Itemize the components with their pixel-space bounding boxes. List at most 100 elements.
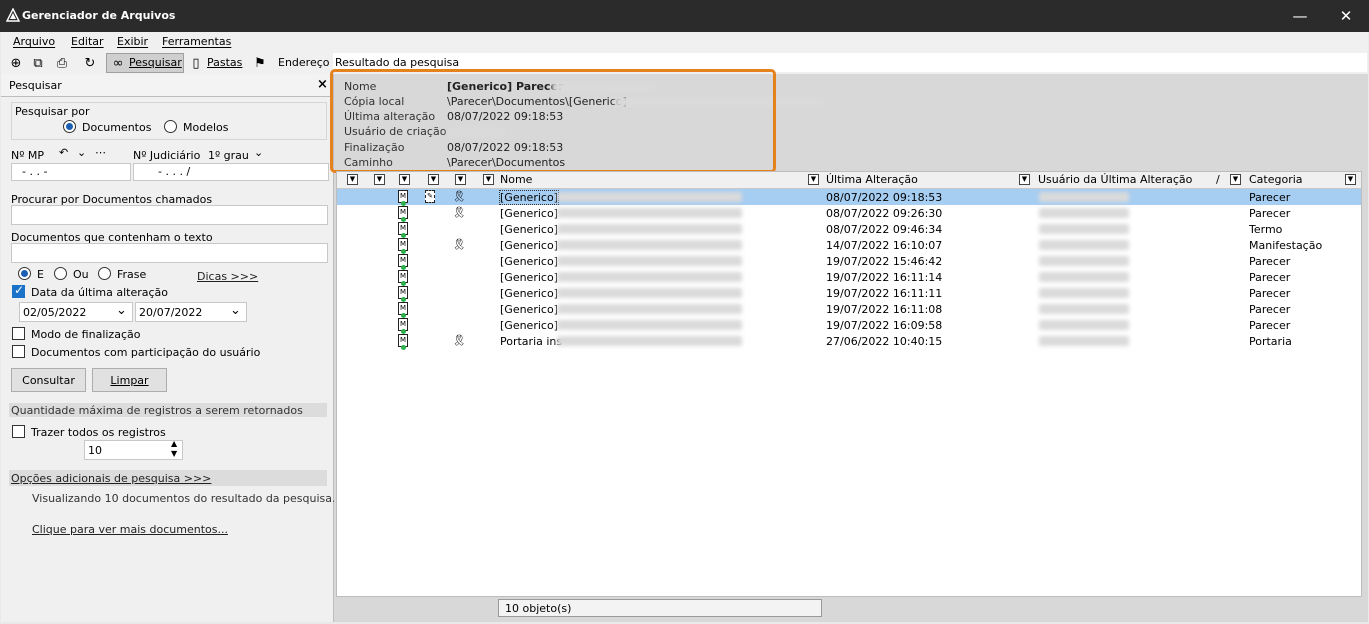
refresh-icon[interactable]: ↻ [81, 54, 99, 72]
header-nome[interactable]: Nome [500, 173, 532, 186]
menu-arquivo[interactable]: Arquivo [13, 35, 55, 48]
date-from-dropdown-icon[interactable]: ⌄ [116, 303, 127, 318]
radio-frase[interactable] [98, 267, 111, 280]
column-filter-icon[interactable]: ▼ [428, 174, 439, 185]
new-document-icon[interactable]: ⊕ [7, 54, 25, 72]
max-records-spinner[interactable]: 10 ▲ ▼ [84, 439, 183, 460]
finalization-checkbox[interactable] [12, 327, 25, 340]
additional-options-link[interactable]: Opções adicionais de pesquisa >>> [11, 472, 211, 485]
search-panel-header: Pesquisar × [1, 74, 333, 97]
grau-chevron-icon[interactable]: ⌄ [254, 146, 263, 159]
column-filter-icon[interactable]: ▼ [483, 174, 494, 185]
close-panel-icon[interactable]: × [317, 77, 328, 92]
cell-data: 08/07/2022 09:26:30 [826, 207, 943, 220]
cell-nome: Portaria ins [500, 335, 563, 348]
redacted-text [557, 272, 742, 282]
redacted-text [1039, 288, 1129, 298]
table-row[interactable]: M 🎗 [Generico] 14/07/2022 16:10:07 Manifesta… [337, 237, 1361, 254]
participation-label: Documentos com participação do usuário [31, 346, 261, 359]
cell-categoria: Parecer [1249, 207, 1291, 220]
cell-nome: [Generico] [500, 239, 558, 252]
mp-field[interactable]: - . . - [11, 163, 131, 181]
column-filter-icon[interactable]: ▼ [808, 174, 819, 185]
copy-document-icon[interactable]: ⧉ [29, 54, 47, 72]
column-filter-icon[interactable]: ▼ [1345, 174, 1356, 185]
print-icon[interactable]: ⎙ [53, 54, 71, 72]
column-filter-icon[interactable]: ▼ [399, 174, 410, 185]
document-name-field[interactable] [11, 205, 328, 225]
column-filter-icon[interactable]: ▼ [1230, 174, 1241, 185]
header-ultima[interactable]: Última Alteração [826, 173, 918, 186]
redacted-text [1039, 320, 1129, 330]
column-filter-icon[interactable]: ▼ [1019, 174, 1030, 185]
radio-documents[interactable] [63, 120, 76, 133]
cell-nome: [Generico] [500, 319, 558, 332]
undo-icon[interactable]: ↶ [59, 146, 68, 159]
all-records-checkbox[interactable] [12, 425, 25, 438]
consultar-button[interactable]: Consultar [11, 368, 86, 392]
judicial-label: Nº Judiciário [133, 149, 201, 162]
redacted-text [1039, 192, 1129, 202]
cell-nome: [Generico] [500, 271, 558, 284]
binoculars-icon: ∞ [112, 55, 124, 71]
table-row[interactable]: M [Generico] 19/07/2022 16:11:11 Parecer [337, 285, 1361, 302]
table-row[interactable]: M [Generico] 19/07/2022 16:11:08 Parecer [337, 301, 1361, 318]
date-filter-checkbox[interactable] [12, 283, 25, 298]
address-label: Endereço [278, 56, 330, 69]
cell-categoria: Parecer [1249, 319, 1291, 332]
spinner-up-icon[interactable]: ▲ [171, 439, 177, 448]
radio-ou[interactable] [54, 267, 67, 280]
document-text-field[interactable] [11, 243, 328, 263]
search-panel: Pesquisar × Pesquisar por Documentos Mod… [1, 74, 336, 622]
column-filter-icon[interactable]: ▼ [455, 174, 466, 185]
radio-ou-label: Ou [73, 268, 89, 281]
more-icon[interactable]: ⋯ [95, 146, 106, 159]
grau-select[interactable]: 1º grau [208, 149, 249, 162]
judicial-field[interactable]: - . . . / [133, 163, 329, 181]
chevron-down-icon[interactable]: ⌄ [77, 146, 86, 159]
search-button-label[interactable]: Pesquisar [129, 56, 182, 69]
table-row[interactable]: M ✎ 🎗 [Generico] 08/07/2022 09:18:53 Parecer [337, 189, 1361, 206]
date-to-field[interactable]: 20/07/2022 ⌄ [135, 302, 247, 322]
header-usuario[interactable]: Usuário da Última Alteração [1038, 173, 1192, 186]
header-categoria[interactable]: Categoria [1249, 173, 1303, 186]
redacted-text [1039, 256, 1129, 266]
menu-editar[interactable]: Editar [71, 35, 104, 48]
folders-button-label[interactable]: Pastas [207, 56, 242, 69]
table-row[interactable]: M [Generico] 19/07/2022 15:46:42 Parecer [337, 253, 1361, 270]
cell-categoria: Termo [1249, 223, 1283, 236]
close-window-button[interactable]: ✕ [1323, 0, 1369, 32]
table-row[interactable]: M [Generico] 19/07/2022 16:09:58 Parecer [337, 317, 1361, 334]
redacted-text [557, 256, 742, 266]
table-row[interactable]: M [Generico] 19/07/2022 16:11:14 Parecer [337, 269, 1361, 286]
dicas-link[interactable]: Dicas >>> [197, 270, 258, 283]
more-documents-link[interactable]: Clique para ver mais documentos... [32, 523, 228, 536]
address-icon: ⚑ [254, 55, 266, 71]
redacted-text [1039, 304, 1129, 314]
cell-nome: [Generico] [500, 287, 558, 300]
menu-exibir[interactable]: Exibir [117, 35, 148, 48]
title-bar: Gerenciador de Arquivos — ✕ [0, 0, 1369, 32]
window-title: Gerenciador de Arquivos [22, 9, 176, 22]
column-filter-icon[interactable]: ▼ [374, 174, 385, 185]
column-filter-icon[interactable]: ▼ [347, 174, 358, 185]
table-row[interactable]: M 🎗 Portaria ins 27/06/2022 10:40:15 Portari… [337, 333, 1361, 350]
date-to-dropdown-icon[interactable]: ⌄ [230, 303, 241, 318]
document-icon: M [398, 334, 408, 350]
participation-checkbox[interactable] [12, 345, 25, 358]
minimize-button[interactable]: — [1277, 0, 1323, 32]
cell-nome: [Generico] [500, 223, 558, 236]
table-row[interactable]: M 🎗 [Generico] 08/07/2022 09:26:30 Parecer [337, 205, 1361, 222]
cell-data: 19/07/2022 16:11:08 [826, 303, 943, 316]
menu-ferramentas[interactable]: Ferramentas [162, 35, 231, 48]
limpar-button[interactable]: Limpar [92, 368, 167, 392]
redacted-text [557, 304, 742, 314]
redacted-text [557, 288, 742, 298]
folders-icon[interactable]: ▯ [187, 54, 205, 72]
cell-data: 19/07/2022 16:11:11 [826, 287, 943, 300]
date-from-field[interactable]: 02/05/2022 ⌄ [19, 302, 133, 322]
radio-e[interactable] [18, 267, 31, 280]
radio-models[interactable] [164, 120, 177, 133]
table-row[interactable]: M [Generico] 08/07/2022 09:46:34 Termo [337, 221, 1361, 238]
spinner-down-icon[interactable]: ▼ [171, 449, 177, 458]
